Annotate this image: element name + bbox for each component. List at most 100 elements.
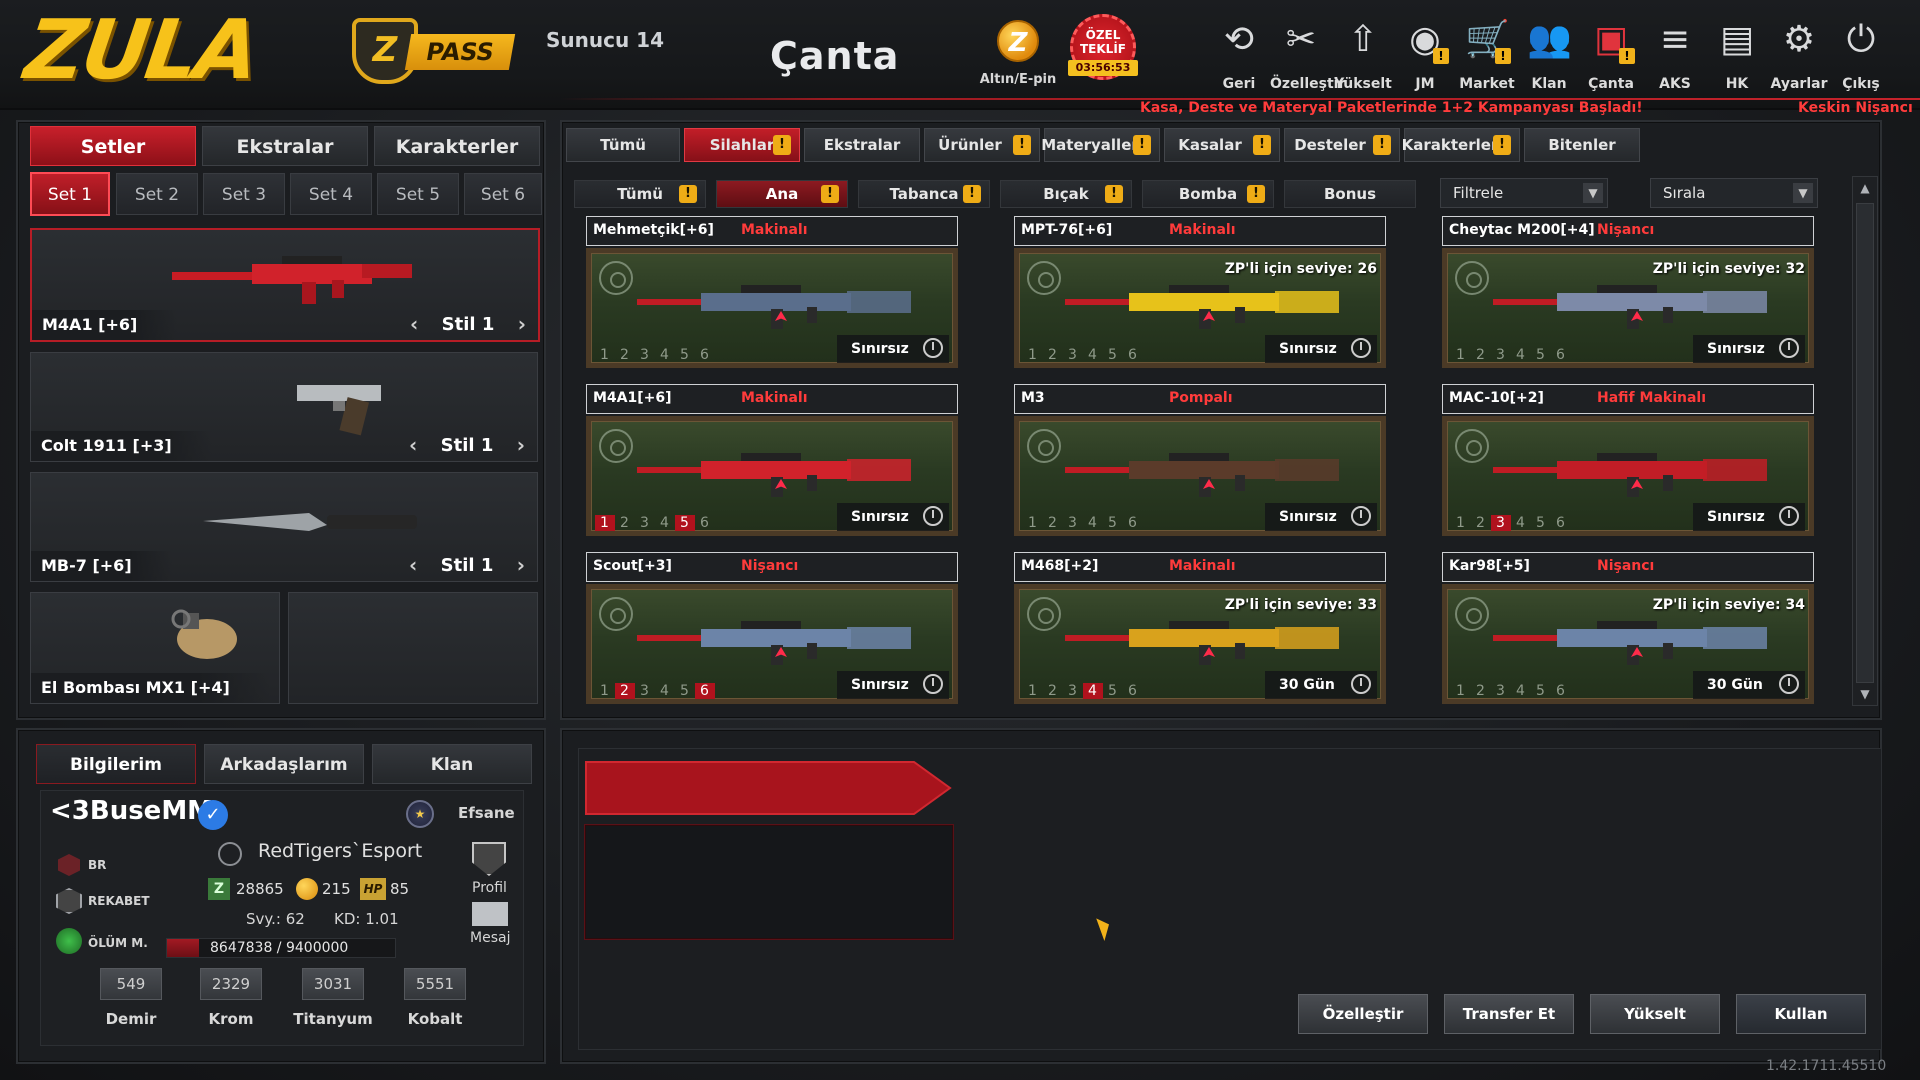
subtab-bonus[interactable]: Bonus — [1284, 180, 1416, 208]
inventory-item-card[interactable]: MPT-76[+6] Makinalı ZP'li için seviye: 26 1… — [1014, 216, 1386, 368]
loadout-slot-grenade[interactable]: El Bombası MX1 [+4] — [30, 592, 280, 704]
nav-tools[interactable]: ✂ Özelleştir — [1270, 18, 1345, 98]
subtab-tabanca[interactable]: Tabanca! — [858, 180, 990, 208]
tab-bitenler[interactable]: Bitenler — [1524, 128, 1640, 162]
subtab-ana[interactable]: Ana! — [716, 180, 848, 208]
item-name: Kar98[+5] — [1449, 558, 1530, 574]
style-selector[interactable]: ‹ Stil 1 › — [403, 551, 531, 579]
inventory-item-card[interactable]: Scout[+3] Nişancı 1 2 3 4 5 6 Sınırsız — [586, 552, 958, 704]
use-button[interactable]: Kullan — [1736, 994, 1866, 1034]
upgrade-button[interactable]: Yükselt — [1590, 994, 1720, 1034]
loadout-slot-primary[interactable]: M4A1 [+6] ‹ Stil 1 › — [30, 228, 540, 342]
nav-jm[interactable]: ◉! JM — [1394, 18, 1456, 98]
envelope-icon[interactable] — [472, 902, 508, 926]
tab-materyaller[interactable]: Materyaller! — [1041, 128, 1160, 162]
back-icon-glyph: ⟲ — [1223, 19, 1255, 60]
inventory-item-card[interactable]: M468[+2] Makinalı ZP'li için seviye: 33 1 2 3… — [1014, 552, 1386, 704]
zp-value: 28865 — [236, 880, 284, 898]
item-category: Hafif Makinalı — [1597, 390, 1707, 406]
tab-kasalar[interactable]: Kasalar! — [1164, 128, 1280, 162]
set-tab-4[interactable]: Set 4 — [290, 173, 372, 215]
duration-label: 30 Gün — [1707, 677, 1763, 693]
level-pip: 4 — [1088, 515, 1098, 531]
level-pip: 6 — [1128, 347, 1138, 363]
chevron-right-icon[interactable]: › — [511, 553, 531, 577]
scroll-down-icon[interactable]: ▼ — [1853, 683, 1877, 705]
inventory-scrollbar[interactable]: ▲ ▼ — [1852, 176, 1878, 706]
style-label: Stil 1 — [440, 434, 494, 456]
transfer-button[interactable]: Transfer Et — [1444, 994, 1574, 1034]
nav-upgrade[interactable]: ⇧ Yükselt — [1332, 18, 1394, 98]
tab-ekstralar-left[interactable]: Ekstralar — [202, 126, 368, 166]
nav-power[interactable]: ⏻ Çıkış — [1830, 18, 1892, 98]
set-tab-3[interactable]: Set 3 — [203, 173, 285, 215]
cart-icon: 🛒! — [1465, 18, 1511, 64]
tab-setler[interactable]: Setler — [30, 126, 196, 166]
set-tab-1[interactable]: Set 1 — [30, 172, 110, 216]
profile-link[interactable]: Profil — [472, 880, 507, 896]
item-category: Nişancı — [1597, 222, 1655, 238]
chevron-left-icon[interactable]: ‹ — [403, 433, 423, 457]
subtab-bomba[interactable]: Bomba! — [1142, 180, 1274, 208]
customize-button[interactable]: Özelleştir — [1298, 994, 1428, 1034]
nav-gear[interactable]: ⚙ Ayarlar — [1768, 18, 1830, 98]
scroll-thumb[interactable] — [1856, 203, 1874, 683]
tab-arkadaslarim[interactable]: Arkadaşlarım — [204, 744, 364, 784]
nav-bag[interactable]: ▣! Çanta — [1580, 18, 1642, 98]
nav-aks[interactable]: ≡ AKS — [1644, 18, 1706, 98]
upgrade-levels: 123456 — [595, 347, 715, 363]
style-selector[interactable]: ‹ Stil 1 › — [404, 310, 532, 338]
target-icon — [1027, 597, 1061, 631]
tab-bilgilerim[interactable]: Bilgilerim — [36, 744, 196, 784]
gold-epin-button[interactable]: Z Altın/E-pin — [978, 20, 1058, 87]
filter-dropdown[interactable]: Filtrele ▼ — [1440, 178, 1608, 208]
tab-silahlar[interactable]: Silahlar! — [684, 128, 800, 162]
chevron-left-icon[interactable]: ‹ — [403, 553, 423, 577]
xp-text: 8647838 / 9400000 — [210, 940, 349, 956]
target-icon — [1027, 261, 1061, 295]
loadout-slot-knife[interactable]: MB-7 [+6] ‹ Stil 1 › — [30, 472, 538, 582]
loadout-slot-pistol[interactable]: Colt 1911 [+3] ‹ Stil 1 › — [30, 352, 538, 462]
special-offer-button[interactable]: ÖZEL TEKLİF 03:56:53 — [1064, 14, 1142, 84]
scroll-up-icon[interactable]: ▲ — [1853, 177, 1877, 199]
set-tab-6[interactable]: Set 6 — [464, 173, 542, 215]
inventory-item-card[interactable]: Cheytac M200[+4] Nişancı ZP'li için seviye… — [1442, 216, 1814, 368]
inventory-item-card[interactable]: MAC-10[+2] Hafif Makinalı 1 2 3 4 5 6 Sınırsız — [1442, 384, 1814, 536]
duration-label: Sınırsız — [851, 677, 909, 693]
warning-icon: ! — [679, 185, 697, 203]
loadout-slot-empty[interactable] — [288, 592, 538, 704]
tab-urunler[interactable]: Ürünler! — [924, 128, 1040, 162]
chevron-left-icon[interactable]: ‹ — [404, 312, 424, 336]
chevron-right-icon[interactable]: › — [512, 312, 532, 336]
subtab-tumu[interactable]: Tümü! — [574, 180, 706, 208]
inventory-item-card[interactable]: Mehmetçik[+6] Makinalı 1 2 3 4 5 6 Sınırsız — [586, 216, 958, 368]
inventory-item-card[interactable]: M3 Pompalı 1 2 3 4 5 6 Sınırsız — [1014, 384, 1386, 536]
pass-button[interactable]: Z PASS — [352, 18, 516, 84]
nav-clan[interactable]: 👥 Klan — [1518, 18, 1580, 98]
set-tab-5[interactable]: Set 5 — [377, 173, 459, 215]
tab-klan[interactable]: Klan — [372, 744, 532, 784]
inventory-item-card[interactable]: M4A1[+6] Makinalı 1 2 3 4 5 6 Sınırsız — [586, 384, 958, 536]
gear-icon-glyph: ⚙ — [1782, 19, 1816, 60]
sort-dropdown[interactable]: Sırala ▼ — [1650, 178, 1818, 208]
style-selector[interactable]: ‹ Stil 1 › — [403, 431, 531, 459]
inventory-item-card[interactable]: Kar98[+5] Nişancı ZP'li için seviye: 34 1 2 3… — [1442, 552, 1814, 704]
nav-hk[interactable]: ▤ HK — [1706, 18, 1768, 98]
tab-desteler[interactable]: Desteler! — [1284, 128, 1400, 162]
message-link[interactable]: Mesaj — [470, 930, 510, 946]
level-pip: 2 — [1476, 683, 1486, 699]
gold-coin-icon: Z — [997, 20, 1039, 62]
tab-karakterler[interactable]: Karakterler! — [1402, 128, 1520, 162]
nav-back[interactable]: ⟲ Geri — [1208, 18, 1270, 98]
level-pip: 1 — [1028, 347, 1038, 363]
chevron-right-icon[interactable]: › — [511, 433, 531, 457]
subtab-bicak[interactable]: Bıçak! — [1000, 180, 1132, 208]
tab-ekstralar[interactable]: Ekstralar — [804, 128, 920, 162]
version-label: 1.42.1711.45510 — [1766, 1058, 1887, 1074]
nav-label: Market — [1459, 76, 1515, 92]
tab-karakterler-left[interactable]: Karakterler — [374, 126, 540, 166]
set-tab-2[interactable]: Set 2 — [116, 173, 198, 215]
tab-tumu[interactable]: Tümü — [566, 128, 680, 162]
item-category: Nişancı — [741, 558, 799, 574]
nav-cart[interactable]: 🛒! Market — [1456, 18, 1518, 98]
